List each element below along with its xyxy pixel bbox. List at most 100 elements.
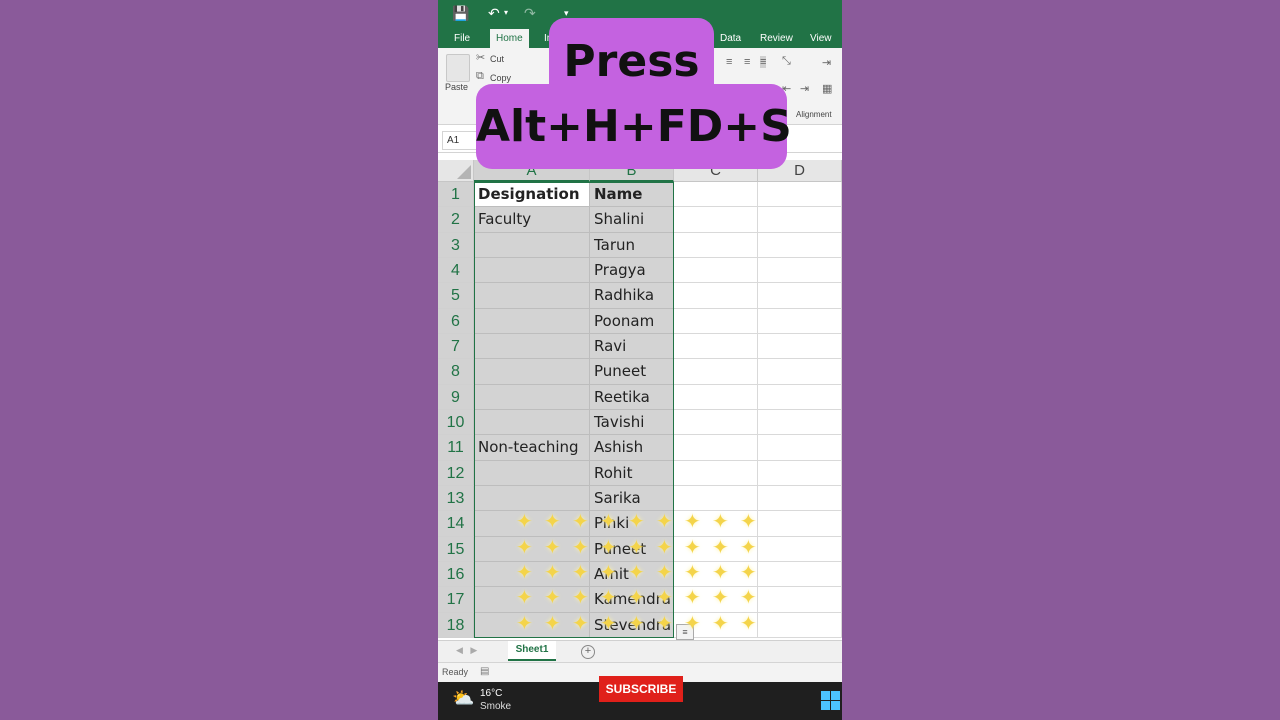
cell-b7[interactable]: Ravi — [590, 333, 674, 360]
cell-a5[interactable] — [474, 283, 590, 309]
cell-a7[interactable] — [474, 333, 590, 360]
save-icon[interactable]: 💾 — [452, 3, 469, 23]
cell-a6[interactable] — [474, 308, 590, 334]
cell-c11[interactable] — [674, 435, 758, 461]
tab-home[interactable]: Home — [490, 29, 529, 48]
select-all-corner[interactable] — [438, 160, 474, 182]
cell-d9[interactable] — [758, 384, 842, 410]
cell-d2[interactable] — [758, 207, 842, 233]
tab-data[interactable]: Data — [714, 29, 747, 48]
wrap-text-icon[interactable]: ⇥ — [822, 56, 831, 69]
align-right-icon[interactable]: ≡ — [760, 56, 767, 68]
merge-center-icon[interactable]: ▦ — [822, 82, 832, 95]
row-header[interactable]: 1 — [438, 182, 474, 208]
row-header[interactable]: 9 — [438, 384, 474, 410]
align-center-icon[interactable]: ≡ — [744, 56, 750, 68]
cell-c2[interactable] — [674, 207, 758, 233]
cell-a3[interactable] — [474, 232, 590, 258]
tab-review[interactable]: Review — [754, 29, 799, 48]
row-header[interactable]: 13 — [438, 485, 474, 512]
undo-icon[interactable]: ↶ — [488, 3, 500, 23]
cell-c7[interactable] — [674, 333, 758, 360]
copy-button[interactable]: Copy — [490, 73, 511, 83]
cell-a4[interactable] — [474, 257, 590, 284]
cell-d17[interactable] — [758, 587, 842, 613]
row-header[interactable]: 2 — [438, 207, 474, 233]
row-header[interactable]: 16 — [438, 561, 474, 588]
cell-d16[interactable] — [758, 561, 842, 588]
worksheet-grid[interactable]: A B C D 1 Designation Name 2 Faculty Shalini 3… — [438, 160, 842, 640]
cell-d3[interactable] — [758, 232, 842, 258]
windows-start-icon[interactable] — [821, 691, 841, 711]
cell-c9[interactable] — [674, 384, 758, 410]
cell-c3[interactable] — [674, 232, 758, 258]
paste-button[interactable]: Paste — [445, 82, 468, 92]
cell-a10[interactable] — [474, 409, 590, 436]
orientation-icon[interactable]: ⤡ — [782, 55, 791, 68]
cell-d7[interactable] — [758, 333, 842, 360]
cell-c4[interactable] — [674, 257, 758, 284]
cell-d18[interactable] — [758, 612, 842, 638]
row-header[interactable]: 17 — [438, 587, 474, 613]
cell-c12[interactable] — [674, 460, 758, 486]
cell-d13[interactable] — [758, 485, 842, 512]
scissors-icon[interactable]: ✂ — [476, 51, 485, 64]
cell-a1[interactable]: Designation — [474, 182, 590, 208]
row-header[interactable]: 10 — [438, 409, 474, 436]
cell-a2[interactable]: Faculty — [474, 207, 590, 233]
add-sheet-icon[interactable]: + — [581, 645, 595, 659]
cell-a8[interactable] — [474, 359, 590, 385]
copy-icon[interactable]: ⧉ — [476, 70, 484, 83]
cell-c1[interactable] — [674, 182, 758, 208]
cell-d11[interactable] — [758, 435, 842, 461]
cell-a11[interactable]: Non-teaching — [474, 435, 590, 461]
cell-c13[interactable] — [674, 485, 758, 512]
tab-view[interactable]: View — [804, 29, 838, 48]
cell-a9[interactable] — [474, 384, 590, 410]
row-header[interactable]: 11 — [438, 435, 474, 461]
tab-file[interactable]: File — [448, 29, 476, 48]
cell-d5[interactable] — [758, 283, 842, 309]
cell-b13[interactable]: Sarika — [590, 485, 674, 512]
cell-d1[interactable] — [758, 182, 842, 208]
cell-c10[interactable] — [674, 409, 758, 436]
cell-d4[interactable] — [758, 257, 842, 284]
cell-b1[interactable]: Name — [590, 182, 674, 208]
subscribe-button[interactable]: SUBSCRIBE — [599, 676, 683, 702]
row-header[interactable]: 3 — [438, 232, 474, 258]
cell-b8[interactable]: Puneet — [590, 359, 674, 385]
increase-indent-icon[interactable]: ⇥ — [800, 82, 809, 95]
cell-b2[interactable]: Shalini — [590, 207, 674, 233]
cell-b11[interactable]: Ashish — [590, 435, 674, 461]
cell-b12[interactable]: Rohit — [590, 460, 674, 486]
sheet-tab-sheet1[interactable]: Sheet1 — [508, 641, 556, 661]
cell-d8[interactable] — [758, 359, 842, 385]
row-header[interactable]: 12 — [438, 460, 474, 486]
cell-d14[interactable] — [758, 511, 842, 537]
row-header[interactable]: 14 — [438, 511, 474, 537]
cell-c6[interactable] — [674, 308, 758, 334]
cell-a12[interactable] — [474, 460, 590, 486]
cell-a13[interactable] — [474, 485, 590, 512]
cell-b3[interactable]: Tarun — [590, 232, 674, 258]
cell-d10[interactable] — [758, 409, 842, 436]
row-header[interactable]: 15 — [438, 536, 474, 562]
cell-c8[interactable] — [674, 359, 758, 385]
cell-b5[interactable]: Radhika — [590, 283, 674, 309]
cell-d15[interactable] — [758, 536, 842, 562]
cell-b6[interactable]: Poonam — [590, 308, 674, 334]
row-header[interactable]: 18 — [438, 612, 474, 638]
cell-d12[interactable] — [758, 460, 842, 486]
row-header[interactable]: 7 — [438, 333, 474, 360]
row-header[interactable]: 6 — [438, 308, 474, 334]
cut-button[interactable]: Cut — [490, 54, 504, 64]
cell-c5[interactable] — [674, 283, 758, 309]
sheet-nav-arrows-icon[interactable]: ◀ ▶ — [456, 645, 477, 656]
cell-b4[interactable]: Pragya — [590, 257, 674, 284]
row-header[interactable]: 8 — [438, 359, 474, 385]
undo-dropdown-icon[interactable]: ▾ — [504, 3, 508, 23]
redo-icon[interactable]: ↷ — [524, 3, 536, 23]
cell-b9[interactable]: Reetika — [590, 384, 674, 410]
paste-icon[interactable] — [446, 54, 470, 82]
align-left-icon[interactable]: ≡ — [726, 56, 732, 68]
